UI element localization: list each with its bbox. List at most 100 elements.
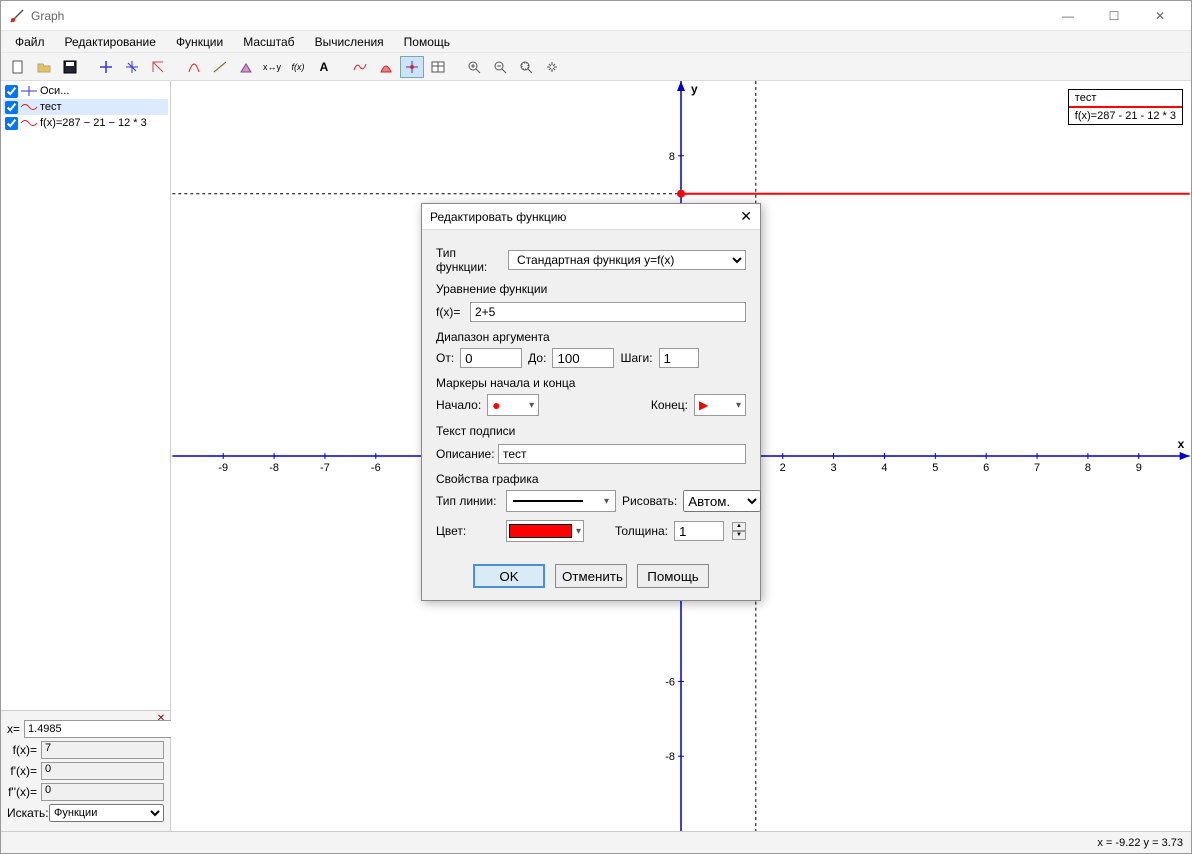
edit-function-dialog: Редактировать функцию ✕ Тип функции: Ста… [421, 203, 761, 601]
zoom-in-button[interactable] [462, 56, 486, 78]
zoom-fit-button[interactable] [514, 56, 538, 78]
svg-text:-7: -7 [320, 462, 330, 474]
svg-text:4: 4 [881, 462, 887, 474]
steps-input[interactable] [659, 348, 699, 368]
svg-text:2: 2 [780, 462, 786, 474]
sidebar: Оси... тест f(x)=287 − 21 − 12 * 3 ✕ x= … [1, 81, 171, 831]
description-input[interactable] [498, 444, 746, 464]
svg-text:y: y [691, 82, 698, 96]
fill-button[interactable] [374, 56, 398, 78]
tangent-button[interactable] [208, 56, 232, 78]
start-marker-select[interactable]: ●▾ [487, 394, 539, 416]
trace-button[interactable] [400, 56, 424, 78]
cross-button[interactable] [120, 56, 144, 78]
list-item-label: f(x)=287 − 21 − 12 * 3 [40, 117, 147, 129]
shade-button[interactable] [234, 56, 258, 78]
wave-icon [21, 118, 37, 128]
svg-text:8: 8 [1085, 462, 1091, 474]
svg-text:3: 3 [831, 462, 837, 474]
help-button[interactable]: Помощь [637, 564, 709, 588]
checkbox[interactable] [5, 101, 18, 114]
grid-button[interactable] [146, 56, 170, 78]
x-input[interactable] [24, 720, 174, 738]
dialog-title: Редактировать функцию [430, 210, 566, 224]
list-item-label: тест [40, 101, 62, 113]
style-title: Свойства графика [436, 472, 746, 486]
draw-label: Рисовать: [622, 494, 677, 508]
menubar: Файл Редактирование Функции Масштаб Вычи… [1, 31, 1191, 53]
list-item-func2[interactable]: f(x)=287 − 21 − 12 * 3 [3, 115, 168, 131]
menu-calc[interactable]: Вычисления [305, 32, 394, 52]
svg-text:-8: -8 [269, 462, 279, 474]
from-input[interactable] [460, 348, 522, 368]
color-select[interactable]: ▾ [506, 520, 584, 542]
menu-edit[interactable]: Редактирование [55, 32, 166, 52]
svg-text:6: 6 [983, 462, 989, 474]
checkbox[interactable] [5, 85, 18, 98]
svg-text:-6: -6 [371, 462, 381, 474]
table-button[interactable] [426, 56, 450, 78]
legend-formula: f(x)=287 - 21 - 12 * 3 [1075, 110, 1176, 122]
width-input[interactable] [674, 521, 724, 541]
ok-button[interactable]: OK [473, 564, 545, 588]
steps-label: Шаги: [620, 351, 652, 365]
equation-title: Уравнение функции [436, 282, 746, 296]
list-item-axes[interactable]: Оси... [3, 83, 168, 99]
xy-button[interactable]: x↔y [260, 56, 284, 78]
markers-title: Маркеры начала и конца [436, 376, 746, 390]
description-label: Описание: [436, 447, 498, 461]
axes-button[interactable] [94, 56, 118, 78]
end-marker-select[interactable]: ▶▾ [694, 394, 746, 416]
menu-file[interactable]: Файл [5, 32, 55, 52]
pan-button[interactable] [540, 56, 564, 78]
search-select[interactable]: Функции [49, 804, 164, 822]
function-list[interactable]: Оси... тест f(x)=287 − 21 − 12 * 3 [1, 81, 170, 710]
to-input[interactable] [552, 348, 614, 368]
dialog-close-icon[interactable]: ✕ [740, 208, 752, 225]
fpx-value: 0 [41, 762, 164, 780]
save-button[interactable] [58, 56, 82, 78]
cancel-button[interactable]: Отменить [555, 564, 627, 588]
svg-text:8: 8 [669, 151, 675, 163]
draw-select[interactable]: Автом. [683, 490, 761, 512]
curve-button[interactable] [348, 56, 372, 78]
fx-value: 7 [41, 741, 164, 759]
parabola-button[interactable] [182, 56, 206, 78]
equation-input[interactable] [470, 302, 746, 322]
new-button[interactable] [6, 56, 30, 78]
range-title: Диапазон аргумента [436, 330, 746, 344]
text-button[interactable]: A [312, 56, 336, 78]
open-button[interactable] [32, 56, 56, 78]
maximize-button[interactable]: ☐ [1091, 1, 1137, 31]
checkbox[interactable] [5, 117, 18, 130]
svg-text:-8: -8 [665, 751, 675, 763]
start-marker-label: Начало: [436, 398, 481, 412]
svg-text:-9: -9 [218, 462, 228, 474]
minimize-button[interactable]: — [1045, 1, 1091, 31]
to-label: До: [528, 351, 546, 365]
linetype-select[interactable]: ▾ [506, 490, 616, 512]
zoom-out-button[interactable] [488, 56, 512, 78]
width-spinner[interactable]: ▲▼ [732, 522, 746, 540]
equation-label: f(x)= [436, 305, 470, 319]
svg-text:7: 7 [1034, 462, 1040, 474]
close-button[interactable]: ✕ [1137, 1, 1183, 31]
function-type-select[interactable]: Стандартная функция y=f(x) [508, 250, 746, 270]
svg-text:5: 5 [932, 462, 938, 474]
panel-close-icon[interactable]: ✕ [154, 713, 168, 727]
app-icon [9, 8, 25, 24]
menu-functions[interactable]: Функции [166, 32, 233, 52]
from-label: От: [436, 351, 454, 365]
color-label: Цвет: [436, 524, 500, 538]
width-label: Толщина: [615, 524, 668, 538]
fpx-label: f'(x)= [7, 764, 41, 778]
linetype-label: Тип линии: [436, 494, 500, 508]
window-title: Graph [31, 9, 1045, 23]
evaluate-panel: ✕ x= ▲▼ f(x)= 7 f'(x)= 0 f''(x)= 0 Искат… [1, 710, 170, 831]
fx-button[interactable]: f(x) [286, 56, 310, 78]
menu-help[interactable]: Помощь [394, 32, 460, 52]
axes-icon [21, 86, 37, 96]
caption-title: Текст подписи [436, 424, 746, 438]
list-item-func1[interactable]: тест [3, 99, 168, 115]
menu-scale[interactable]: Масштаб [233, 32, 304, 52]
